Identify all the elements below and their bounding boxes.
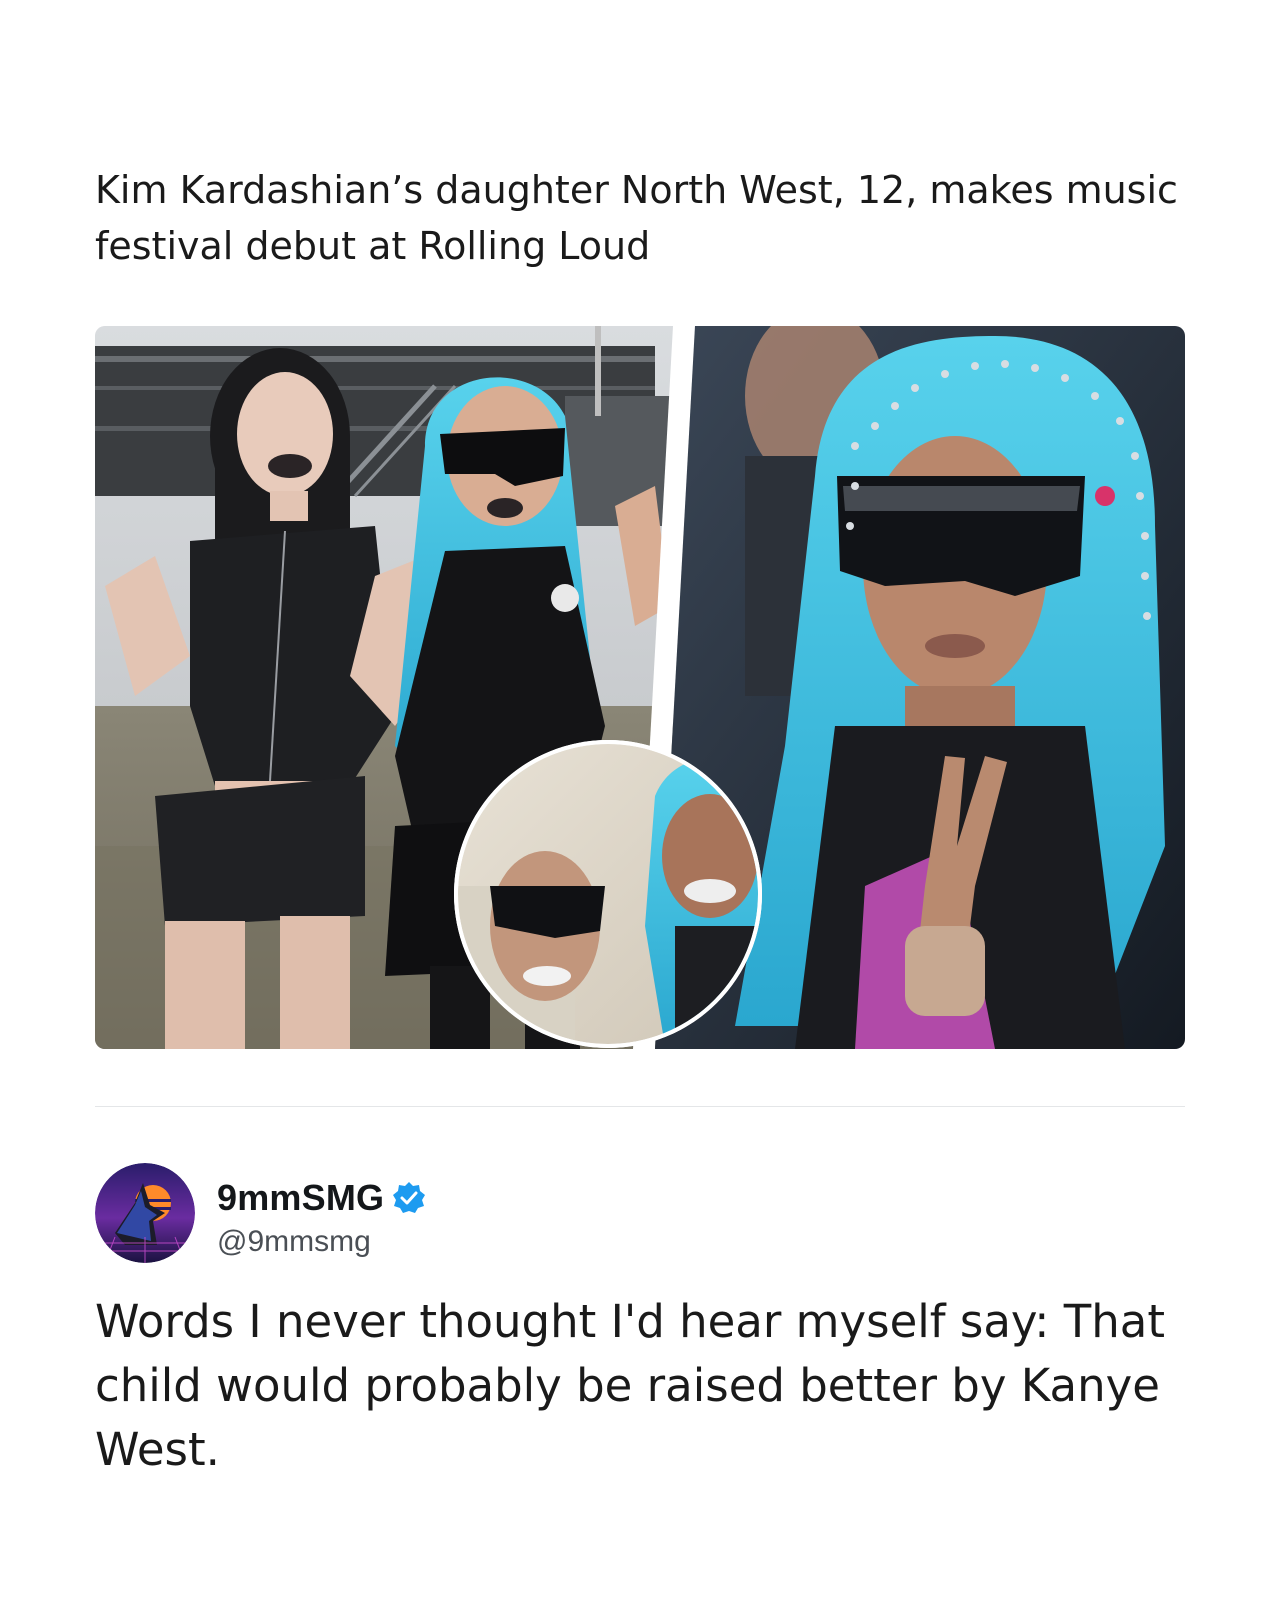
author-name-row[interactable]: 9mmSMG	[217, 1177, 426, 1219]
tweet-text: Words I never thought I'd hear myself sa…	[95, 1295, 1165, 1476]
verified-badge-icon	[392, 1181, 426, 1215]
jackal-avatar-icon[interactable]	[95, 1163, 195, 1263]
tweet-author[interactable]: 9mmSMG @9mmsmg	[95, 1163, 795, 1263]
author-handle[interactable]: @9mmsmg	[217, 1225, 371, 1259]
article-headline: Kim Kardashian’s daughter North West, 12…	[95, 168, 1178, 268]
article-photo-collage[interactable]	[95, 326, 1185, 1049]
author-name[interactable]: 9mmSMG	[217, 1177, 384, 1219]
photo-collage-image	[95, 326, 1185, 1049]
section-divider	[95, 1106, 1185, 1107]
